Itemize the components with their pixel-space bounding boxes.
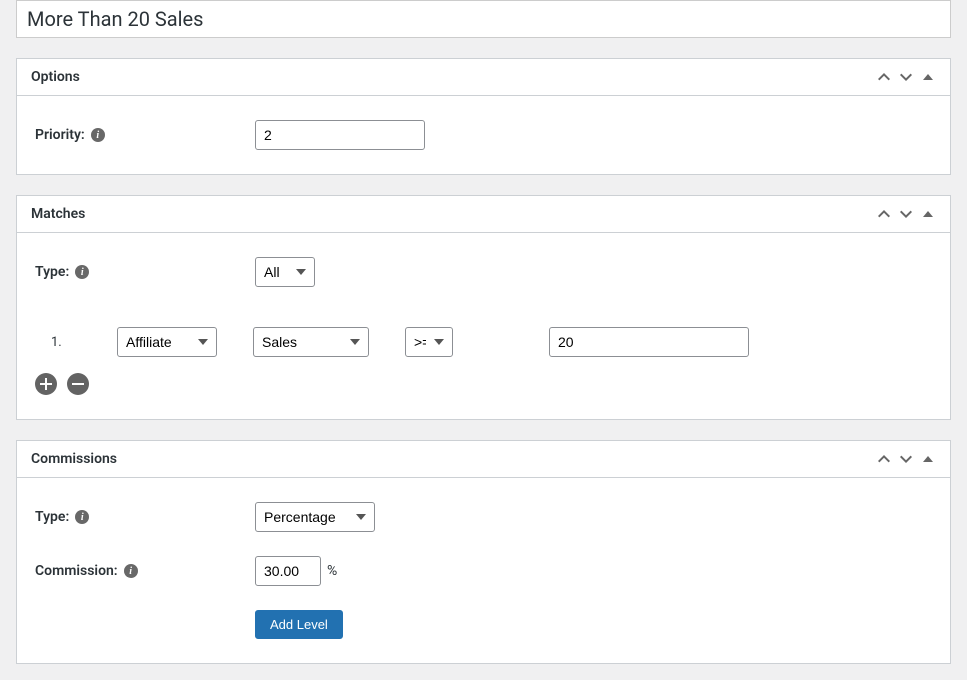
matches-panel-controls [876,206,936,222]
info-icon[interactable]: i [75,510,89,524]
options-panel-body: Priority: i [17,96,950,174]
commissions-panel-body: Type: i Percentage Commission: i % Add L… [17,478,950,663]
info-icon[interactable]: i [75,265,89,279]
commissions-panel-header: Commissions [17,441,950,478]
info-icon[interactable]: i [91,128,105,142]
commissions-type-select[interactable]: Percentage [255,502,375,532]
commissions-panel-controls [876,451,936,467]
matches-type-select[interactable]: All [255,257,315,287]
condition-index: 1. [51,335,81,350]
move-down-icon[interactable] [898,451,914,467]
options-panel-title: Options [31,69,80,85]
info-icon[interactable]: i [124,564,138,578]
commission-suffix: % [327,563,337,579]
move-up-icon[interactable] [876,206,892,222]
priority-label: Priority: [35,127,85,143]
add-condition-button[interactable] [35,373,57,395]
commissions-type-label: Type: [35,509,69,525]
page-title-input[interactable]: More Than 20 Sales [16,0,951,38]
move-down-icon[interactable] [898,69,914,85]
condition-operator-select[interactable]: >= [405,327,453,357]
move-up-icon[interactable] [876,69,892,85]
matches-type-label: Type: [35,264,69,280]
matches-panel-header: Matches [17,196,950,233]
options-panel-header: Options [17,59,950,96]
condition-metric-select[interactable]: Sales [253,327,369,357]
remove-condition-button[interactable] [67,373,89,395]
commissions-panel: Commissions Type: i Percentage Commissio… [16,440,951,664]
matches-panel-body: Type: i All 1. Affiliate Sales >= [17,233,950,419]
collapse-icon[interactable] [920,206,936,222]
collapse-icon[interactable] [920,69,936,85]
condition-actions [35,365,932,395]
options-panel: Options Priority: i [16,58,951,175]
add-level-button[interactable]: Add Level [255,610,343,639]
matches-panel-title: Matches [31,206,85,222]
condition-value-input[interactable] [549,327,749,357]
move-up-icon[interactable] [876,451,892,467]
commissions-panel-title: Commissions [31,451,117,467]
commission-value-input[interactable] [255,556,321,586]
collapse-icon[interactable] [920,451,936,467]
options-panel-controls [876,69,936,85]
priority-input[interactable] [255,120,425,150]
condition-entity-select[interactable]: Affiliate [117,327,217,357]
matches-panel: Matches Type: i All 1. Affiliate [16,195,951,420]
move-down-icon[interactable] [898,206,914,222]
condition-row: 1. Affiliate Sales >= [35,311,932,365]
commission-label: Commission: [35,563,118,579]
